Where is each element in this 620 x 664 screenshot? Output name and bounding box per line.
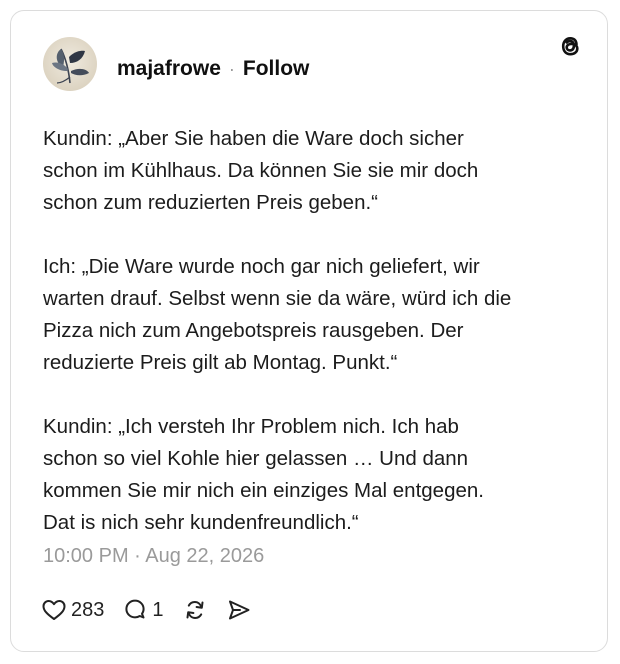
post-header: majafrowe · Follow: [117, 55, 309, 83]
reply-button[interactable]: 1: [122, 597, 164, 623]
share-button[interactable]: [226, 597, 252, 623]
repost-icon: [186, 600, 203, 620]
post-card: majafrowe · Follow Kundin: „Aber Sie hab…: [10, 10, 608, 652]
reply-count: 1: [152, 598, 164, 621]
follow-button[interactable]: Follow: [243, 57, 310, 81]
username-link[interactable]: majafrowe: [117, 57, 221, 81]
avatar[interactable]: [43, 37, 97, 91]
post-paragraph: Kundin: „Ich versteh Ihr Problem nich. I…: [43, 415, 484, 534]
repost-button[interactable]: [182, 597, 208, 623]
send-icon: [228, 600, 249, 620]
threads-logo-icon[interactable]: [555, 31, 585, 61]
heart-icon: [42, 600, 66, 620]
post-text: Kundin: „Aber Sie haben die Ware doch si…: [43, 123, 583, 571]
post-paragraph: Ich: „Die Ware wurde noch gar nich gelie…: [43, 255, 512, 374]
post-paragraph: Kundin: „Aber Sie haben die Ware doch si…: [43, 127, 479, 214]
speech-bubble-icon: [125, 599, 145, 619]
avatar-plant-image: [52, 48, 89, 84]
separator-dot: ·: [228, 58, 235, 79]
like-count: 283: [71, 598, 105, 621]
action-bar: 283 1: [41, 595, 270, 625]
post-timestamp[interactable]: 10:00 PM · Aug 22, 2026: [43, 545, 264, 568]
like-button[interactable]: 283: [41, 597, 104, 623]
